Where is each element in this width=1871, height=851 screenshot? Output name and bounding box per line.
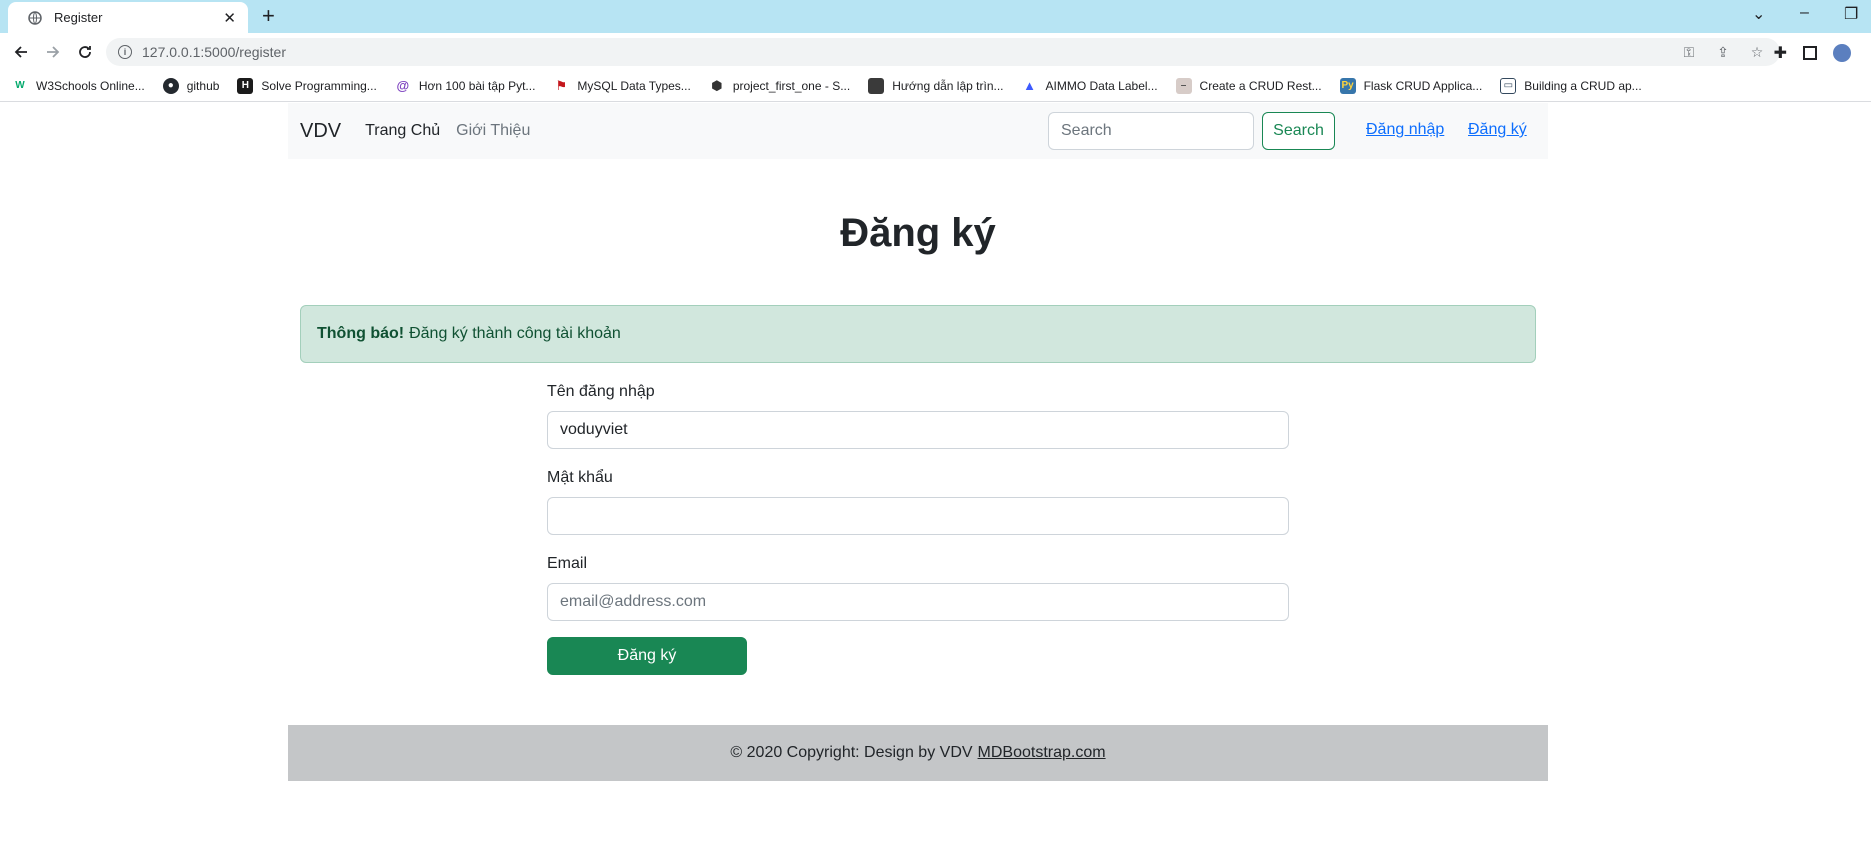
flag-icon: ⚑ (553, 77, 570, 94)
tab-title: Register (54, 10, 103, 25)
url-text: 127.0.0.1:5000/register (142, 44, 286, 60)
nav-link-about[interactable]: Giới Thiệu (456, 122, 530, 140)
restore-icon[interactable]: ❐ (1844, 4, 1858, 24)
username-input[interactable] (547, 411, 1289, 449)
bookmark-item[interactable]: ⚑ MySQL Data Types... (553, 77, 691, 94)
register-submit-button[interactable]: Đăng ký (547, 637, 747, 675)
bookmark-item[interactable]: W W3Schools Online... (12, 77, 145, 94)
bookmark-item[interactable]: ⬢ project_first_one - S... (708, 77, 850, 94)
tab-close-icon[interactable]: ✕ (223, 9, 236, 27)
bookmark-item[interactable]: Py Flask CRUD Applica... (1339, 77, 1482, 94)
w3schools-icon: W (12, 77, 28, 94)
password-input[interactable] (547, 497, 1289, 535)
profile-avatar[interactable] (1833, 44, 1851, 62)
globe-icon (28, 10, 42, 25)
login-link[interactable]: Đăng nhập (1366, 121, 1444, 139)
username-label: Tên đăng nhập (547, 383, 655, 400)
bookmark-item[interactable]: @ Hơn 100 bài tập Pyt... (394, 77, 535, 94)
bookmark-item[interactable]: ▲ AIMMO Data Label... (1021, 77, 1158, 94)
page-icon: – (1175, 77, 1192, 94)
address-bar[interactable]: i 127.0.0.1:5000/register (106, 38, 1780, 66)
reload-icon[interactable] (74, 41, 96, 63)
bookmark-star-icon[interactable]: ☆ (1748, 43, 1766, 61)
extensions-icon[interactable]: ✚ (1774, 43, 1787, 63)
email-input[interactable] (547, 583, 1289, 621)
footer-link[interactable]: MDBootstrap.com (978, 744, 1106, 762)
page-title: Đăng ký (840, 211, 996, 255)
github-icon: ● (162, 77, 179, 94)
python-icon: Py (1339, 77, 1356, 94)
browser-tabstrip: Register ✕ + ⌄ – ❐ (0, 0, 1871, 33)
hackerrank-icon: H (237, 77, 254, 94)
bookmark-item[interactable]: H Solve Programming... (237, 77, 377, 94)
footer-copyright: © 2020 Copyright: Design by VDV (730, 744, 973, 761)
site-navbar: VDV Trang Chủ Giới Thiệu Search Đăng nhậ… (288, 103, 1548, 159)
share-icon[interactable]: ⇪ (1714, 43, 1732, 61)
email-label: Email (547, 555, 588, 572)
brand-logo[interactable]: VDV (300, 120, 341, 143)
site-footer: © 2020 Copyright: Design by VDV MDBootst… (288, 725, 1548, 781)
browser-toolbar: i 127.0.0.1:5000/register ⚿ ⇪ ☆ ✚ (0, 33, 1871, 70)
avatar-icon (868, 77, 885, 94)
bookmark-item[interactable]: ▭ Building a CRUD ap... (1500, 77, 1642, 94)
back-icon[interactable] (10, 41, 32, 63)
bookmark-item[interactable]: ● github (162, 77, 219, 94)
at-icon: @ (394, 77, 411, 94)
key-icon[interactable]: ⚿ (1680, 43, 1698, 61)
minimize-icon[interactable]: – (1800, 4, 1809, 22)
site-info-icon[interactable]: i (118, 45, 132, 59)
aimmo-icon: ▲ (1021, 77, 1038, 94)
nav-link-home[interactable]: Trang Chủ (365, 122, 440, 140)
side-panel-icon[interactable] (1803, 46, 1817, 60)
password-label: Mật khẩu (547, 469, 613, 486)
bookmark-item[interactable]: – Create a CRUD Rest... (1175, 77, 1322, 94)
success-alert: Thông báo! Đăng ký thành công tài khoản (300, 305, 1536, 363)
tab-search-icon[interactable]: ⌄ (1752, 4, 1765, 24)
package-icon: ⬢ (708, 77, 725, 94)
page-viewport: VDV Trang Chủ Giới Thiệu Search Đăng nhậ… (0, 103, 1871, 851)
bookmarks-bar: W W3Schools Online... ● github H Solve Prog… (0, 70, 1871, 102)
register-link[interactable]: Đăng ký (1468, 121, 1527, 139)
card-icon: ▭ (1500, 77, 1517, 94)
browser-tab[interactable]: Register ✕ (8, 2, 248, 33)
search-button[interactable]: Search (1262, 112, 1335, 150)
bookmark-item[interactable]: Hướng dẫn lập trìn... (868, 77, 1004, 94)
new-tab-icon[interactable]: + (262, 4, 275, 28)
alert-message: Đăng ký thành công tài khoản (409, 325, 621, 342)
alert-title: Thông báo! (317, 325, 405, 342)
search-input[interactable] (1048, 112, 1254, 150)
forward-icon[interactable] (42, 41, 64, 63)
